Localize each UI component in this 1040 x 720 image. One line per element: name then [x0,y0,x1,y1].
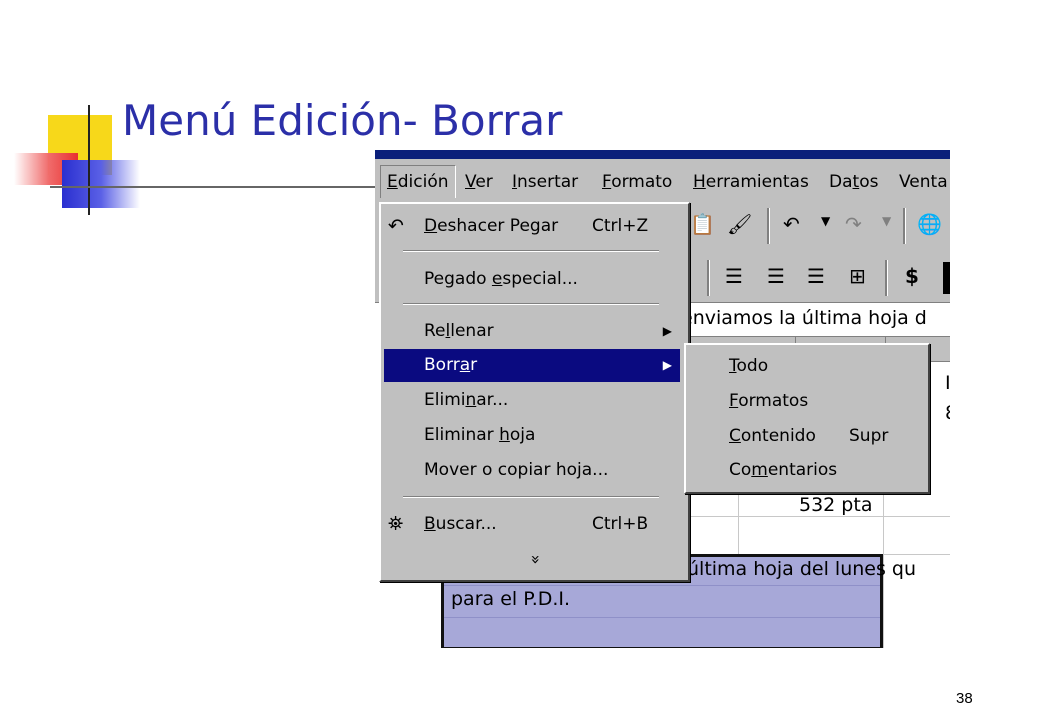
menu-herramientas[interactable]: Herramientas [693,172,809,192]
page-number: 38 [956,690,973,707]
menu-item-rellenar[interactable]: Rellenar ▶ [384,315,680,348]
grid-line [685,516,950,517]
menu-edicion[interactable]: Edición [380,165,456,199]
menu-ventana[interactable]: Venta [899,172,948,192]
slide-title: Menú Edición- Borrar [122,96,563,145]
submenu-item-formatos[interactable]: Formatos [689,384,921,418]
expand-menu-chevron-icon[interactable]: » [526,555,545,565]
menu-separator [403,496,659,498]
paste-icon[interactable]: 📋 [690,212,715,236]
menu-separator [403,250,659,252]
menu-item-mover-copiar-hoja[interactable]: Mover o copiar hoja... [384,454,680,487]
currency-icon[interactable]: $ [905,264,919,288]
logo-vertical-line [88,105,90,215]
submenu-item-contenido[interactable]: Contenido Supr [689,419,921,453]
toolbar-edge [943,262,950,294]
toolbar-separator [903,208,906,244]
cell-pdi[interactable]: para el P.D.I. [451,588,570,610]
submenu-item-todo[interactable]: Todo [689,349,921,383]
menu-separator [403,303,659,305]
cell-value[interactable]: I [945,372,950,394]
logo-blue-square [62,160,140,208]
format-painter-icon[interactable]: 🖌 [727,212,752,236]
submenu-item-comentarios[interactable]: Comentarios [689,453,921,487]
align-center-icon[interactable]: ☰ [767,264,785,288]
align-right-icon[interactable]: ☰ [807,264,825,288]
merge-center-icon[interactable]: ⊞ [849,264,866,288]
shortcut-label: Supr [849,426,889,446]
shortcut-label: Ctrl+B [592,514,649,534]
grid-line [444,585,880,586]
redo-icon[interactable]: ↷ [845,212,862,236]
menu-item-pegado-especial[interactable]: Pegado especial... [384,263,680,296]
align-left-icon[interactable]: ☰ [725,264,743,288]
cell-value[interactable]: 8 [945,402,950,424]
window-titlebar [375,150,950,159]
submenu-arrow-icon: ▶ [662,358,672,372]
grid-line [444,617,880,618]
menu-item-buscar[interactable]: ⛯ Buscar... Ctrl+B [384,508,680,541]
menu-item-eliminar-hoja[interactable]: Eliminar hoja [384,419,680,452]
menu-datos[interactable]: Datos [829,172,878,192]
menu-item-deshacer-pegar[interactable]: ↶ Deshacer Pegar Ctrl+Z [384,210,680,243]
title-underline [50,186,380,188]
binoculars-icon: ⛯ [388,513,404,535]
excel-screenshot: Edición Ver Insertar Formato Herramienta… [375,150,950,648]
menu-ver[interactable]: Ver [465,172,493,192]
formula-text: enviamos la última hoja d [681,307,927,329]
toolbar-separator [707,260,710,296]
cell-text-row[interactable]: última hoja del lunes qu [687,558,916,580]
undo-dropdown-icon[interactable]: ▼ [821,214,830,228]
toolbar-separator [885,260,888,296]
web-globe-icon[interactable]: 🌐 [917,212,942,236]
undo-icon[interactable]: ↶ [783,212,800,236]
cell-price[interactable]: 532 pta [799,494,872,516]
menu-item-borrar[interactable]: Borrar ▶ [384,349,680,382]
redo-dropdown-icon[interactable]: ▼ [882,214,891,228]
menu-formato[interactable]: Formato [602,172,672,192]
shortcut-label: Ctrl+Z [592,216,649,236]
toolbar-separator [767,208,770,244]
undo-icon: ↶ [388,215,404,237]
clear-submenu: Todo Formatos Contenido Supr Comentarios [684,343,930,494]
menu-item-eliminar[interactable]: Eliminar... [384,384,680,417]
edit-menu: ↶ Deshacer Pegar Ctrl+Z Pegado especial.… [379,202,690,582]
submenu-arrow-icon: ▶ [662,324,672,338]
menu-bar: Edición Ver Insertar Formato Herramienta… [375,159,950,199]
menu-insertar[interactable]: Insertar [512,172,578,192]
